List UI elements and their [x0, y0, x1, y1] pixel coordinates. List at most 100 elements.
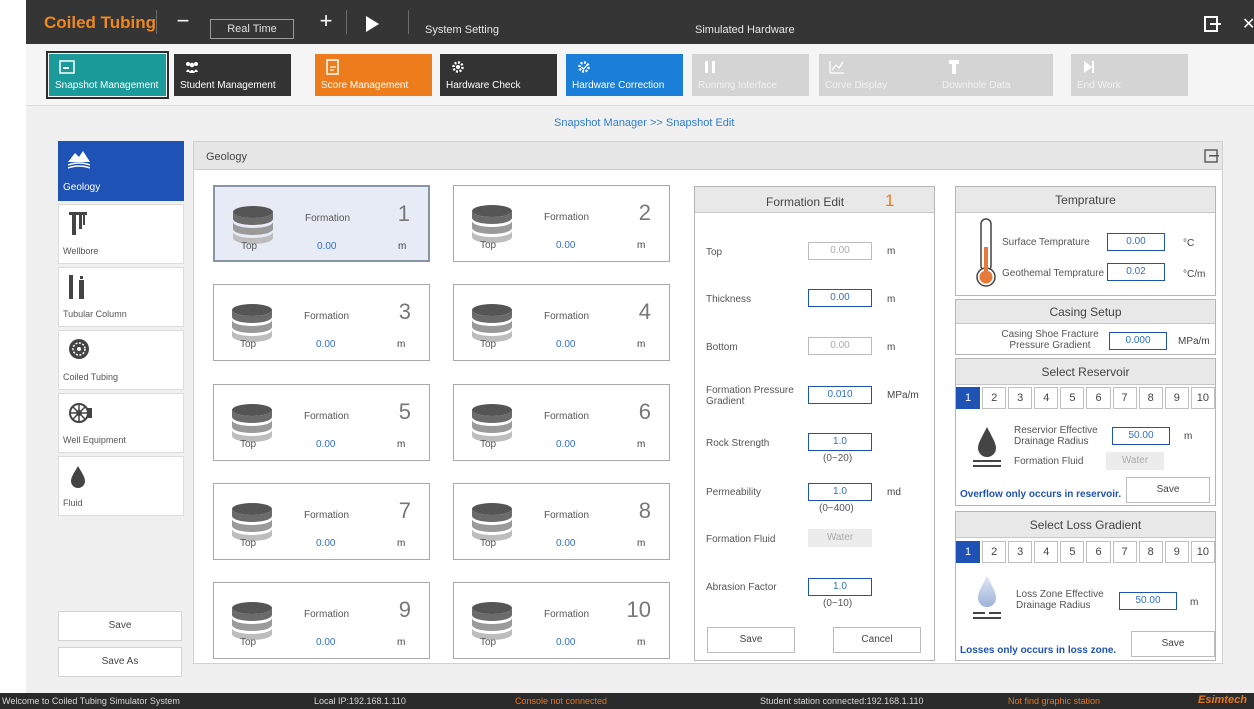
surface-temperature-input[interactable]: 0.00	[1107, 233, 1165, 251]
nav-item-fluid[interactable]: Fluid	[58, 456, 184, 516]
plus-icon[interactable]: +	[314, 10, 338, 32]
formation-name: Formation	[304, 311, 350, 322]
formation-cancel-button[interactable]: Cancel	[833, 627, 921, 653]
loss-gradient-number-2[interactable]: 2	[982, 541, 1007, 563]
reservoir-save-button[interactable]: Save	[1126, 477, 1210, 503]
loss-gradient-number-9[interactable]: 9	[1164, 541, 1189, 563]
loss-zone-note: Losses only occurs in loss zone.	[960, 645, 1117, 656]
loss-gradient-number-6[interactable]: 6	[1086, 541, 1111, 563]
toolbar-button-label: Curve Display	[825, 80, 888, 91]
hardware-correction-button[interactable]: Hardware Correction	[566, 54, 683, 96]
nav-item-label: Tubular Column	[63, 309, 127, 319]
nav-item-coiled-tubing[interactable]: Coiled Tubing	[58, 330, 184, 390]
formation-card-4[interactable]: Formation 4 Top 0.00 m	[453, 284, 670, 361]
formation-card-5[interactable]: Formation 5 Top 0.00 m	[213, 384, 430, 461]
nav-item-well-equipment[interactable]: Well Equipment	[58, 393, 184, 453]
rock-strength-input[interactable]: 1.0	[808, 433, 872, 451]
title-divider	[156, 10, 157, 34]
exit-panel-icon[interactable]	[1204, 149, 1220, 163]
nav-item-wellbore[interactable]: Wellbore	[58, 204, 184, 264]
loss-gradient-number-1[interactable]: 1	[956, 541, 981, 563]
loss-gradient-number-8[interactable]: 8	[1138, 541, 1163, 563]
play-icon[interactable]	[366, 16, 379, 32]
reservoir-number-9[interactable]: 9	[1164, 387, 1189, 409]
formation-card-8[interactable]: Formation 8 Top 0.00 m	[453, 483, 670, 560]
top-unit: m	[887, 246, 896, 257]
reservoir-number-6[interactable]: 6	[1086, 387, 1111, 409]
bottom-input[interactable]: 0.00	[808, 337, 872, 355]
loss-gradient-number-4[interactable]: 4	[1034, 541, 1059, 563]
loss-gradient-number-10[interactable]: 10	[1190, 541, 1215, 563]
save-as-button[interactable]: Save As	[58, 647, 182, 677]
formation-card-10[interactable]: Formation 10 Top 0.00 m	[453, 582, 670, 659]
gear-icon	[452, 61, 464, 73]
bottom-label: Bottom	[706, 342, 738, 353]
hardware-check-button[interactable]: Hardware Check	[440, 54, 557, 96]
reservoir-radius-input[interactable]: 50.00	[1112, 427, 1170, 445]
loss-gradient-number-7[interactable]: 7	[1112, 541, 1137, 563]
casing-shoe-input[interactable]: 0.000	[1109, 332, 1167, 350]
permeability-input[interactable]: 1.0	[808, 483, 872, 501]
minus-icon[interactable]: −	[171, 10, 195, 32]
formation-top-label: Top	[480, 339, 497, 350]
formation-save-button[interactable]: Save	[707, 627, 795, 653]
reservoir-number-7[interactable]: 7	[1112, 387, 1137, 409]
reservoir-number-8[interactable]: 8	[1138, 387, 1163, 409]
downhole-data-button[interactable]: Downhole Data	[936, 54, 1053, 96]
abrasion-factor-input[interactable]: 1.0	[808, 578, 872, 596]
toolbar-button-label: Student Management	[180, 80, 276, 91]
reservoir-number-2[interactable]: 2	[982, 387, 1007, 409]
chart-icon	[829, 61, 844, 74]
snapshot-management-button[interactable]: Snapshot Management	[46, 51, 169, 99]
casing-shoe-label: Casing Shoe Fracture Pressure Gradient	[1001, 329, 1099, 351]
formation-card-2[interactable]: Formation 2 Top 0.00 m	[453, 185, 670, 262]
thickness-input[interactable]: 0.00	[808, 289, 872, 307]
formation-top-label: Top	[480, 538, 497, 549]
student-management-button[interactable]: Student Management	[174, 54, 291, 96]
nav-item-label: Fluid	[63, 498, 83, 508]
formation-card-3[interactable]: Formation 3 Top 0.00 m	[213, 284, 430, 361]
formation-fluid-select[interactable]: Water	[808, 529, 872, 547]
formation-card-9[interactable]: Formation 9 Top 0.00 m	[213, 582, 430, 659]
abrasion-factor-range: (0~10)	[823, 598, 853, 609]
pressure-gradient-input[interactable]: 0.010	[808, 386, 872, 404]
score-management-button[interactable]: Score Management	[315, 54, 432, 96]
loss-gradient-number-3[interactable]: 3	[1008, 541, 1033, 563]
save-button[interactable]: Save	[58, 611, 182, 641]
geothermal-temperature-input[interactable]: 0.02	[1107, 263, 1165, 281]
reservoir-fluid-select[interactable]: Water	[1106, 452, 1164, 470]
formation-number: 4	[638, 299, 651, 324]
formation-layers-icon	[233, 206, 273, 244]
title-bar: Coiled Tubing − Real Time + System Setti…	[26, 0, 1254, 44]
loss-gradient-number-5[interactable]: 5	[1060, 541, 1085, 563]
snapshot-icon	[59, 60, 75, 74]
reservoir-number-5[interactable]: 5	[1060, 387, 1085, 409]
formation-card-7[interactable]: Formation 7 Top 0.00 m	[213, 483, 430, 560]
running-interface-button[interactable]: Running Interface	[692, 54, 809, 96]
formation-name: Formation	[304, 609, 350, 620]
formation-card-1[interactable]: Formation 1 Top 0.00 m	[213, 185, 430, 262]
reservoir-number-4[interactable]: 4	[1034, 387, 1059, 409]
reservoir-number-1[interactable]: 1	[956, 387, 981, 409]
formation-layers-icon	[232, 602, 272, 640]
nav-item-tubular-column[interactable]: Tubular Column	[58, 267, 184, 327]
formation-number: 7	[398, 498, 411, 523]
reservoir-number-3[interactable]: 3	[1008, 387, 1033, 409]
formation-card-6[interactable]: Formation 6 Top 0.00 m	[453, 384, 670, 461]
formation-name: Formation	[544, 510, 590, 521]
thermometer-icon	[976, 218, 996, 287]
loss-zone-radius-input[interactable]: 50.00	[1119, 592, 1177, 610]
abrasion-factor-label: Abrasion Factor	[706, 582, 777, 593]
formation-top-label: Top	[240, 439, 257, 450]
close-icon[interactable]: ✕	[1242, 14, 1254, 34]
exit-icon[interactable]	[1204, 16, 1222, 32]
loss-gradient-save-button[interactable]: Save	[1131, 631, 1215, 657]
nav-item-geology[interactable]: Geology	[58, 141, 184, 201]
formation-top-unit: m	[637, 637, 646, 648]
reservoir-number-10[interactable]: 10	[1190, 387, 1215, 409]
system-setting-link[interactable]: System Setting	[425, 24, 499, 36]
top-input[interactable]: 0.00	[808, 242, 872, 260]
end-work-button[interactable]: End Work	[1071, 54, 1188, 96]
curve-display-button[interactable]: Curve Display	[819, 54, 936, 96]
realtime-display[interactable]: Real Time	[210, 19, 294, 39]
